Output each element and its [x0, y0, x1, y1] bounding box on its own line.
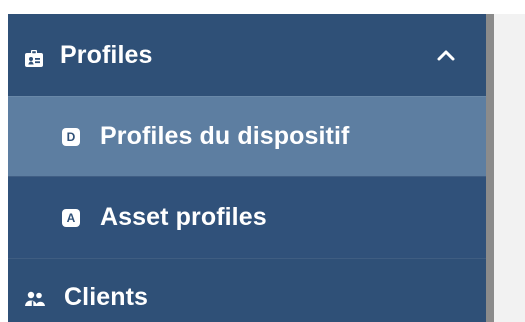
content-area [494, 14, 525, 322]
sidebar-item-asset-profiles[interactable]: A Asset profiles [8, 176, 486, 258]
sidebar-item-clients[interactable]: Clients [8, 258, 486, 322]
sidebar-item-label: Clients [64, 283, 149, 311]
sidebar-item-profiles[interactable]: Profiles [8, 14, 486, 96]
sidebar-item-label: Asset profiles [100, 203, 267, 231]
people-icon [24, 286, 46, 306]
sidebar-item-label: Profiles [60, 40, 153, 69]
sidebar: Profiles D Profiles du dispositif A Asse… [8, 14, 495, 322]
id-card-icon [24, 46, 44, 67]
app-page: Profiles D Profiles du dispositif A Asse… [0, 0, 525, 322]
sidebar-item-device-profiles[interactable]: D Profiles du dispositif [8, 96, 486, 176]
letter-d-icon: D [62, 127, 80, 146]
sidebar-item-label: Profiles du dispositif [100, 122, 350, 150]
sidebar-scroll-border[interactable] [486, 14, 494, 322]
chevron-up-icon[interactable] [436, 44, 456, 64]
letter-a-icon: A [62, 208, 80, 227]
